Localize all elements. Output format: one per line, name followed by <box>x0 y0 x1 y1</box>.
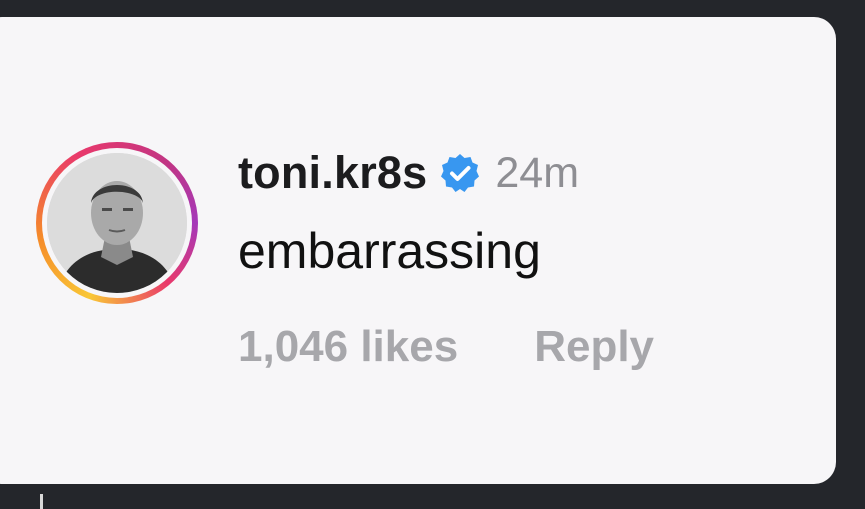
comment-header: toni.kr8s 24m <box>238 143 579 203</box>
comment-text: embarrassing <box>238 223 541 279</box>
screenshot: toni.kr8s 24m embarrassing 1,046 likes R… <box>0 0 865 509</box>
timestamp: 24m <box>495 148 580 197</box>
story-ring[interactable] <box>36 142 198 304</box>
likes-count[interactable]: 1,046 likes <box>238 322 458 372</box>
reply-button[interactable]: Reply <box>534 322 654 372</box>
avatar[interactable] <box>47 153 187 293</box>
username[interactable]: toni.kr8s <box>238 147 427 199</box>
text-cursor-mark <box>40 494 43 509</box>
comment-actions: 1,046 likes Reply <box>238 322 654 372</box>
profile-photo-icon <box>47 153 187 293</box>
verified-badge-icon <box>439 152 481 194</box>
